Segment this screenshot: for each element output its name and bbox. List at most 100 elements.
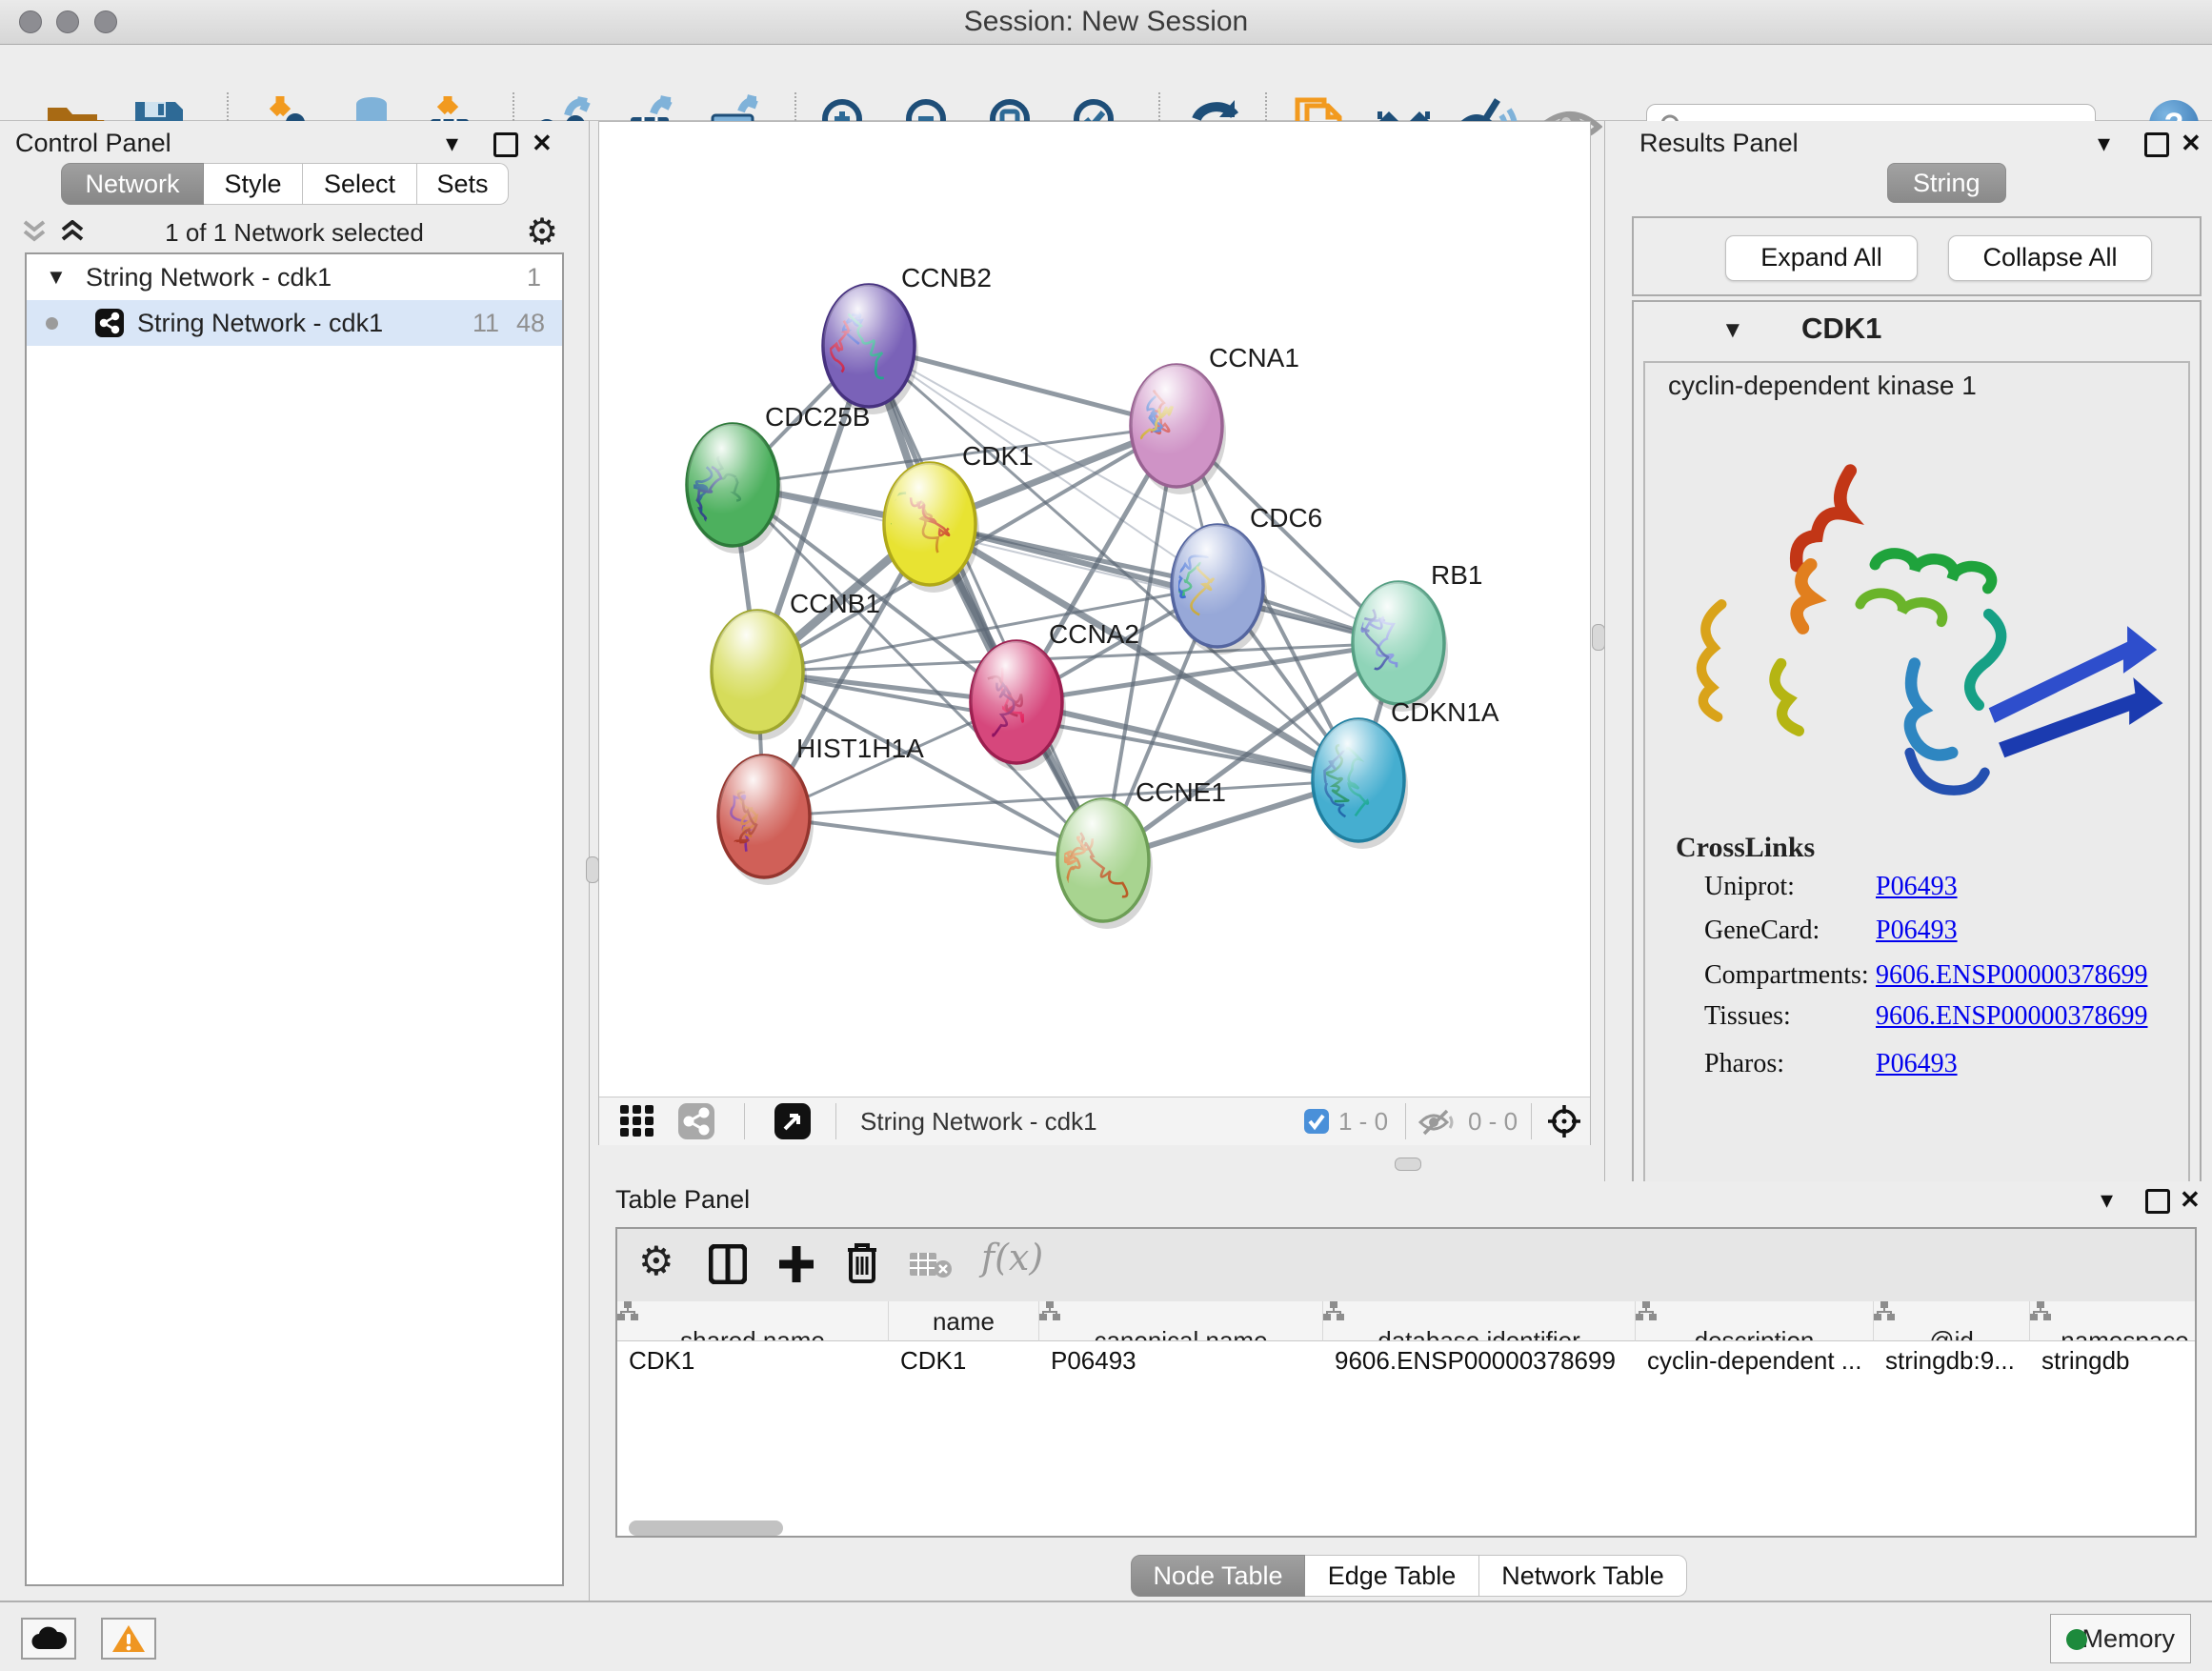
window-title: Session: New Session (0, 0, 2212, 44)
shared-column-icon (1636, 1301, 1657, 1320)
tab-select[interactable]: Select (303, 163, 417, 205)
node-gloss (823, 285, 915, 407)
crosslink-label: Compartments: (1704, 960, 1869, 991)
panel-float-icon[interactable] (2144, 132, 2169, 157)
cloud-status-button[interactable] (21, 1618, 76, 1660)
warnings-button[interactable] (101, 1618, 156, 1660)
delete-column-icon[interactable] (844, 1242, 880, 1284)
node-gloss (884, 463, 975, 585)
column-header-canonical-name[interactable]: canonical name (1039, 1301, 1323, 1341)
table-cell[interactable]: stringdb (2030, 1341, 2195, 1379)
node-label: HIST1H1A (796, 734, 924, 763)
network-view-canvas[interactable]: CCNB2CCNA1CDC25BCDK1CDC6RB1CCNB1CCNA2CDK… (598, 121, 1591, 1145)
table-cell[interactable]: CDK1 (889, 1341, 1039, 1379)
section-collapse-icon[interactable]: ▼ (1721, 317, 1744, 344)
hidden-eye-slash-icon (1418, 1109, 1457, 1136)
status-bar: Memory (0, 1601, 2212, 1671)
tab-network-table[interactable]: Network Table (1479, 1555, 1687, 1597)
network-options-gear-icon[interactable]: ⚙ (526, 214, 558, 251)
network-row-label: String Network - cdk1 (137, 300, 383, 346)
panel-float-icon[interactable] (2145, 1189, 2170, 1214)
toolbar-separator (744, 1103, 745, 1139)
column-header-database-identifier[interactable]: database identifier (1323, 1301, 1636, 1341)
node-label: CCNA2 (1049, 619, 1139, 649)
tab-string[interactable]: String (1887, 163, 2006, 203)
network-status-dot-icon (46, 317, 58, 330)
shared-column-icon (1874, 1301, 1895, 1320)
left-splitter-grip[interactable] (586, 856, 599, 883)
network-graph: CCNB2CCNA1CDC25BCDK1CDC6RB1CCNB1CCNA2CDK… (599, 122, 1590, 1096)
crosslink-link[interactable]: 9606.ENSP00000378699 (1876, 1001, 2147, 1032)
node-gloss (712, 611, 803, 733)
panel-menu-icon[interactable]: ▾ (446, 129, 458, 157)
memory-button[interactable]: Memory (2050, 1614, 2191, 1663)
crosslink-link[interactable]: P06493 (1876, 1049, 1958, 1079)
panel-menu-icon[interactable]: ▾ (2101, 1185, 2113, 1214)
node-label: CCNE1 (1136, 777, 1226, 807)
shared-column-icon (2030, 1301, 2051, 1320)
crosslinks-title: CrossLinks (1676, 832, 1815, 864)
column-header-namespace[interactable]: namespace (2030, 1301, 2195, 1341)
expand-all-button[interactable]: Expand All (1725, 235, 1918, 281)
column-header--id[interactable]: @id (1874, 1301, 2030, 1341)
node-table[interactable]: shared namenamecanonical namedatabase id… (617, 1301, 2195, 1536)
network-share-view-icon[interactable] (678, 1103, 714, 1139)
column-header-description[interactable]: description (1636, 1301, 1874, 1341)
panel-close-icon[interactable]: ✕ (2180, 1185, 2201, 1214)
table-settings-gear-icon[interactable]: ⚙ (638, 1238, 674, 1284)
table-horizontal-scrollbar[interactable] (629, 1520, 783, 1536)
table-cell[interactable]: CDK1 (617, 1341, 889, 1379)
network-edge[interactable] (764, 816, 1103, 860)
tab-sets[interactable]: Sets (417, 163, 509, 205)
tab-network[interactable]: Network (61, 163, 204, 205)
control-panel-tabs: NetworkStyleSelectSets (61, 163, 509, 205)
node-gloss (971, 641, 1062, 763)
node-gloss (687, 424, 778, 546)
show-columns-icon[interactable] (709, 1244, 747, 1284)
add-column-icon[interactable] (777, 1244, 815, 1284)
collapse-all-button[interactable]: Collapse All (1948, 235, 2152, 281)
right-splitter-grip[interactable] (1592, 624, 1605, 651)
tab-edge-table[interactable]: Edge Table (1305, 1555, 1479, 1597)
tab-style[interactable]: Style (204, 163, 303, 205)
hidden-nodes-edges-count: 0 - 0 (1468, 1097, 1518, 1145)
node-label: CDC25B (765, 402, 870, 432)
network-edge[interactable] (1016, 702, 1358, 780)
node-table-container: ⚙ f(x) shared namenamecanonical namedata… (615, 1227, 2197, 1538)
network-collection-row[interactable]: ▼ String Network - cdk1 1 (27, 254, 562, 300)
table-cell[interactable]: P06493 (1039, 1341, 1323, 1379)
table-cell[interactable]: stringdb:9... (1874, 1341, 2030, 1379)
crosslink-label: GeneCard: (1704, 916, 1820, 946)
tree-expander-icon[interactable]: ▼ (46, 254, 67, 300)
table-panel-tabs: Node TableEdge TableNetwork Table (1131, 1555, 1687, 1597)
panel-close-icon[interactable]: ✕ (2181, 129, 2202, 157)
protein-structure-image (1662, 414, 2177, 834)
open-in-window-icon[interactable] (774, 1103, 811, 1139)
table-cell[interactable]: 9606.ENSP00000378699 (1323, 1341, 1636, 1379)
gene-detail-card: cyclin-dependent kinase 1 (1643, 361, 2190, 1192)
panel-menu-icon[interactable]: ▾ (2098, 129, 2110, 157)
crosslink-link[interactable]: 9606.ENSP00000378699 (1876, 960, 2147, 991)
crosslink-link[interactable]: P06493 (1876, 872, 1958, 902)
panel-float-icon[interactable] (493, 132, 518, 157)
selected-checkbox-icon[interactable] (1304, 1109, 1329, 1134)
crosslink-link[interactable]: P06493 (1876, 916, 1958, 946)
column-header-shared-name[interactable]: shared name (617, 1301, 889, 1341)
title-bar: Session: New Session (0, 0, 2212, 45)
bottom-splitter-grip[interactable] (1395, 1158, 1421, 1171)
toolbar-separator (1405, 1103, 1406, 1139)
gene-name: CDK1 (1801, 312, 1881, 346)
current-network-title: String Network - cdk1 (860, 1097, 1097, 1145)
column-header-name[interactable]: name (889, 1301, 1039, 1341)
shared-column-icon (1323, 1301, 1344, 1320)
panel-close-icon[interactable]: ✕ (532, 129, 553, 157)
network-row-selected[interactable]: String Network - cdk1 11 48 (27, 300, 562, 346)
node-gloss (1172, 525, 1263, 647)
network-selection-status: 1 of 1 Network selected (0, 212, 589, 252)
network-list: ▼ String Network - cdk1 1 String Network… (25, 252, 564, 1586)
table-cell[interactable]: cyclin-dependent ... (1636, 1341, 1874, 1379)
node-label: CCNA1 (1209, 343, 1299, 372)
grid-view-icon[interactable] (620, 1105, 654, 1137)
tab-node-table[interactable]: Node Table (1131, 1555, 1305, 1597)
birds-eye-crosshair-icon[interactable] (1546, 1103, 1582, 1139)
